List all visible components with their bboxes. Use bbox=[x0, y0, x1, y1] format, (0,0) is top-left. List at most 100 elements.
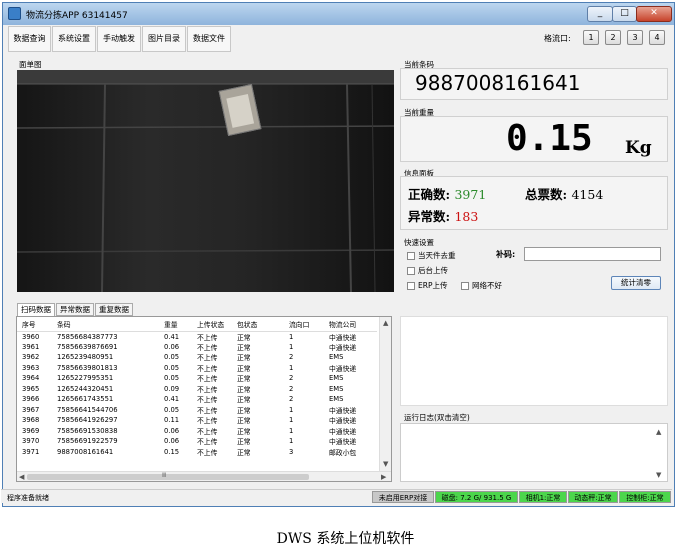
table-cell: 中通快递 bbox=[329, 333, 357, 342]
column-header[interactable]: 序号 bbox=[17, 317, 52, 332]
menu-data-file[interactable]: 数据文件 bbox=[187, 26, 231, 52]
scroll-left-icon[interactable]: ◀ bbox=[19, 473, 24, 481]
checkbox-box bbox=[407, 282, 415, 290]
menu-image-dir[interactable]: 图片目录 bbox=[142, 26, 186, 52]
horizontal-scrollbar[interactable]: ◀ Ⅲ ▶ bbox=[17, 471, 391, 481]
horizontal-scroll-thumb[interactable]: Ⅲ bbox=[27, 472, 309, 480]
table-cell: 不上传 bbox=[197, 406, 218, 415]
run-log-area[interactable]: ▲ ▼ bbox=[400, 423, 668, 482]
table-cell: 1 bbox=[289, 332, 294, 341]
table-cell: 正常 bbox=[237, 406, 251, 415]
table-cell: 正常 bbox=[237, 385, 251, 394]
table-row[interactable]: 3969 75856691530838 0.06 不上传 正常 1 中通快递 bbox=[17, 426, 377, 437]
table-row[interactable]: 3960 75856684387773 0.41 不上传 正常 1 中通快递 bbox=[17, 331, 377, 342]
window-title: 物流分拣APP 63141457 bbox=[26, 11, 128, 21]
scroll-up-icon[interactable]: ▲ bbox=[383, 319, 388, 327]
grip-icon: Ⅲ bbox=[162, 472, 167, 479]
weight-unit: Kg bbox=[625, 138, 652, 158]
menu-system-settings[interactable]: 系统设置 bbox=[52, 26, 96, 52]
tab-scan-data[interactable]: 扫码数据 bbox=[17, 303, 55, 316]
table-cell: 2 bbox=[289, 353, 294, 362]
table-cell: 不上传 bbox=[197, 354, 218, 363]
table-cell: 1 bbox=[289, 363, 294, 372]
table-cell: 3961 bbox=[22, 342, 40, 351]
app-icon bbox=[8, 7, 21, 20]
table-cell: 75856691922579 bbox=[57, 437, 118, 446]
table-cell: 0.05 bbox=[164, 405, 180, 414]
table-cell: 3971 bbox=[22, 447, 40, 456]
fill-code-input[interactable] bbox=[524, 247, 661, 261]
table-row[interactable]: 3967 75856641544706 0.05 不上传 正常 1 中通快递 bbox=[17, 405, 377, 416]
log-scroll-down-icon[interactable]: ▼ bbox=[656, 471, 661, 479]
total-value: 4154 bbox=[571, 187, 604, 202]
column-header[interactable]: 包状态 bbox=[232, 317, 284, 332]
maximize-button[interactable]: □ bbox=[612, 6, 637, 22]
table-cell: 正常 bbox=[237, 448, 251, 457]
menu-data-query[interactable]: 数据查询 bbox=[8, 26, 51, 52]
flow-button-3[interactable]: 3 bbox=[627, 30, 643, 45]
quick-settings-label: 快速设置 bbox=[404, 238, 434, 247]
correct-count: 正确数: 3971 bbox=[408, 184, 486, 203]
log-scroll-up-icon[interactable]: ▲ bbox=[656, 428, 661, 436]
table-cell: 3967 bbox=[22, 405, 40, 414]
flow-button-2[interactable]: 2 bbox=[605, 30, 621, 45]
table-cell: EMS bbox=[329, 395, 344, 404]
scroll-right-icon[interactable]: ▶ bbox=[381, 473, 386, 481]
table-cell: 0.06 bbox=[164, 437, 180, 446]
table-row[interactable]: 3971 9887008161641 0.15 不上传 正常 3 邮政小包 bbox=[17, 447, 377, 458]
dedupe-today-checkbox[interactable]: 当天件去重 bbox=[407, 250, 456, 261]
table-cell: 正常 bbox=[237, 375, 251, 384]
menu-manual-trigger[interactable]: 手动触发 bbox=[97, 26, 141, 52]
table-row[interactable]: 3970 75856691922579 0.06 不上传 正常 1 中通快递 bbox=[17, 436, 377, 447]
column-header[interactable]: 上传状态 bbox=[192, 317, 232, 332]
table-cell: 不上传 bbox=[197, 343, 218, 352]
column-header[interactable]: 条码 bbox=[52, 317, 159, 332]
table-cell: 75856639801813 bbox=[57, 363, 118, 372]
background-upload-checkbox[interactable]: 后台上传 bbox=[407, 265, 448, 276]
tab-duplicate-data[interactable]: 重复数据 bbox=[95, 303, 133, 316]
table-cell: 1 bbox=[289, 437, 294, 446]
table-cell: 中通快递 bbox=[329, 427, 357, 436]
error-count: 异常数: 183 bbox=[408, 206, 478, 225]
table-row[interactable]: 3968 75856641926297 0.11 不上传 正常 1 中通快递 bbox=[17, 415, 377, 426]
table-row[interactable]: 3966 1265661743551 0.41 不上传 正常 2 EMS bbox=[17, 394, 377, 405]
table-cell: 75856691530838 bbox=[57, 426, 118, 435]
table-cell: 0.05 bbox=[164, 363, 180, 372]
maximize-icon: □ bbox=[620, 8, 629, 18]
table-row[interactable]: 3962 1265239480951 0.05 不上传 正常 2 EMS bbox=[17, 352, 377, 363]
table-cell: 1265244320451 bbox=[57, 384, 114, 393]
camera-scene bbox=[17, 70, 394, 292]
stats-clear-button[interactable]: 统计清零 bbox=[611, 276, 661, 290]
table-cell: 不上传 bbox=[197, 438, 218, 447]
scroll-down-icon[interactable]: ▼ bbox=[383, 460, 388, 468]
flow-button-1[interactable]: 1 bbox=[583, 30, 599, 45]
detail-panel bbox=[400, 316, 668, 406]
table-cell: 9887008161641 bbox=[57, 447, 114, 456]
table-row[interactable]: 3964 1265227995351 0.05 不上传 正常 2 EMS bbox=[17, 373, 377, 384]
flow-button-4[interactable]: 4 bbox=[649, 30, 665, 45]
table-row[interactable]: 3963 75856639801813 0.05 不上传 正常 1 中通快递 bbox=[17, 363, 377, 374]
table-cell: 3964 bbox=[22, 374, 40, 383]
close-button[interactable]: ✕ bbox=[636, 6, 672, 22]
table-row[interactable]: 3965 1265244320451 0.09 不上传 正常 2 EMS bbox=[17, 384, 377, 395]
dedupe-today-label: 当天件去重 bbox=[418, 251, 456, 260]
tab-error-data[interactable]: 异常数据 bbox=[56, 303, 94, 316]
column-header[interactable]: 重量 bbox=[159, 317, 192, 332]
column-header[interactable]: 物流公司 bbox=[324, 317, 377, 332]
waybill-image bbox=[17, 70, 394, 292]
table-cell: 3969 bbox=[22, 426, 40, 435]
minimize-button[interactable]: _ bbox=[587, 6, 613, 22]
table-row[interactable]: 3961 75856639876691 0.06 不上传 正常 1 中通快递 bbox=[17, 342, 377, 353]
erp-upload-checkbox[interactable]: ERP上传 bbox=[407, 280, 447, 291]
table-cell: 0.41 bbox=[164, 395, 180, 404]
table-cell: EMS bbox=[329, 374, 344, 383]
poor-network-checkbox[interactable]: 网络不好 bbox=[461, 280, 502, 291]
column-header[interactable]: 流向口 bbox=[284, 317, 324, 332]
scan-data-table: 序号 条码 重量 上传状态 包状态 流向口 物流公司 3960 75856684387773 0… bbox=[16, 316, 392, 482]
vertical-scrollbar[interactable]: ▲ ▼ bbox=[379, 317, 391, 471]
table-header-row: 序号 条码 重量 上传状态 包状态 流向口 物流公司 bbox=[17, 317, 377, 332]
error-label: 异常数: bbox=[408, 209, 451, 224]
table-cell: EMS bbox=[329, 384, 344, 393]
background-upload-label: 后台上传 bbox=[418, 266, 448, 275]
status-bar: 程序准备就绪 未启用ERP对接 磁盘: 7.2 G/ 931.5 G 相机1:正… bbox=[1, 489, 672, 503]
